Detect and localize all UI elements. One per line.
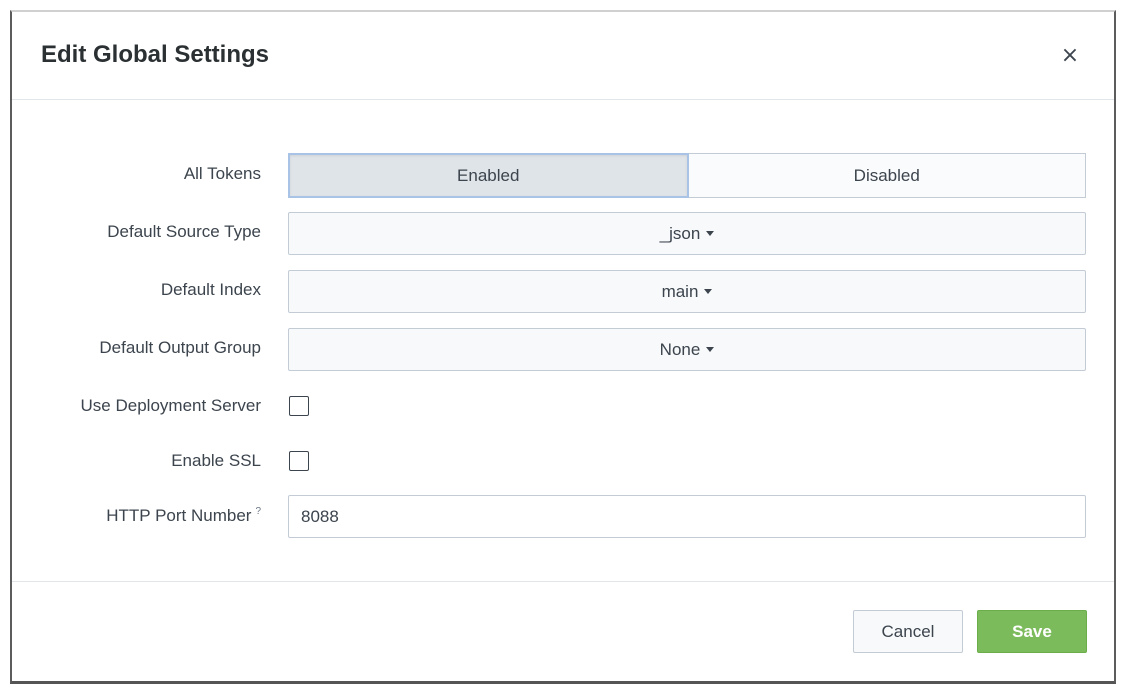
all-tokens-enabled-button[interactable]: Enabled [288, 153, 689, 198]
all-tokens-label: All Tokens [183, 164, 261, 183]
use-deployment-server-label: Use Deployment Server [80, 396, 261, 415]
http-port-number-label-text: HTTP Port Number [106, 506, 252, 525]
caret-down-icon [704, 289, 713, 294]
close-icon[interactable]: × [1059, 45, 1081, 67]
footer-divider [12, 581, 1114, 582]
all-tokens-disabled-button[interactable]: Disabled [688, 153, 1086, 198]
default-output-group-value: None [659, 339, 701, 359]
caret-down-icon [706, 231, 715, 236]
save-button[interactable]: Save [977, 610, 1087, 653]
http-port-number-label: HTTP Port Number? [12, 506, 261, 526]
default-output-group-dropdown[interactable]: None [288, 328, 1086, 371]
all-tokens-toggle: Enabled Disabled [288, 153, 1086, 198]
dialog-title: Edit Global Settings [41, 41, 270, 68]
default-index-dropdown[interactable]: main [288, 270, 1086, 313]
default-source-type-value: _json [659, 223, 701, 243]
default-index-value: main [661, 281, 699, 301]
enable-ssl-label: Enable SSL [171, 451, 261, 470]
default-source-type-dropdown[interactable]: _json [288, 212, 1086, 255]
default-source-type-label: Default Source Type [107, 222, 261, 241]
default-output-group-label: Default Output Group [99, 338, 261, 357]
http-port-number-input[interactable] [288, 495, 1086, 538]
cancel-button[interactable]: Cancel [853, 610, 963, 653]
use-deployment-server-checkbox[interactable] [289, 396, 309, 416]
help-icon[interactable]: ? [255, 506, 261, 517]
dialog-header: Edit Global Settings × [12, 12, 1114, 100]
edit-global-settings-dialog: Edit Global Settings × All Tokens Enable… [10, 10, 1116, 684]
caret-down-icon [706, 347, 715, 352]
default-index-label: Default Index [160, 280, 261, 299]
enable-ssl-checkbox[interactable] [289, 451, 309, 471]
